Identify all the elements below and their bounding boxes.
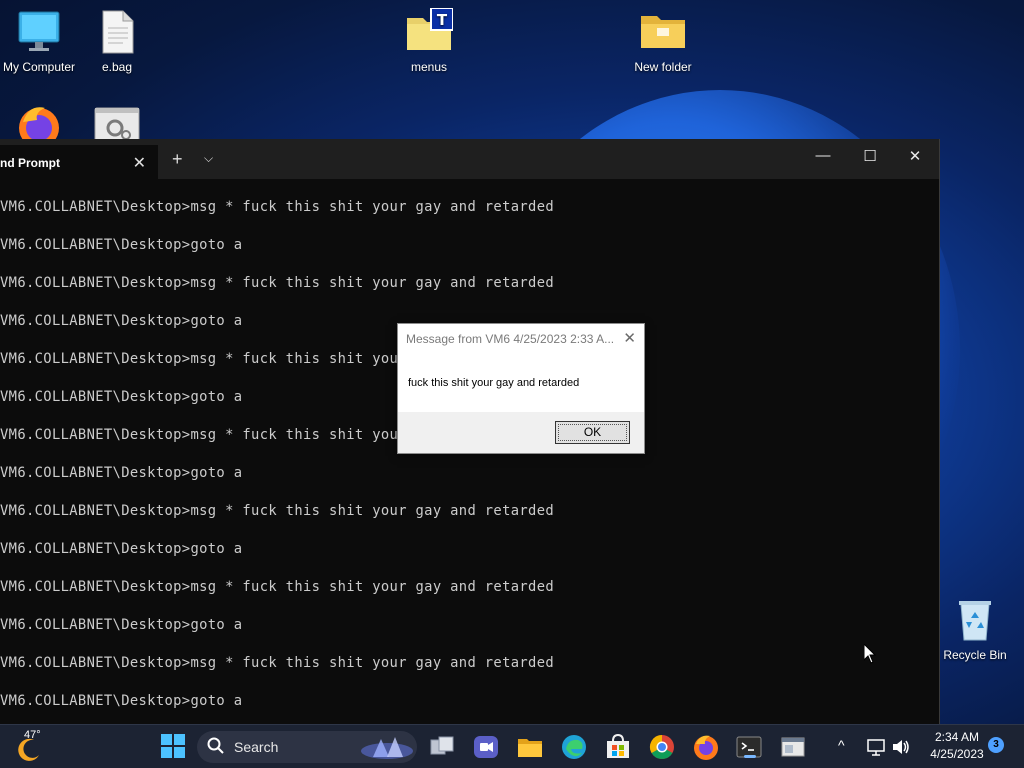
app-window-button[interactable] bbox=[779, 733, 807, 761]
clock-time: 2:34 AM bbox=[934, 730, 980, 744]
close-icon[interactable]: ✕ bbox=[133, 153, 146, 173]
dialog-message: fuck this shit your gay and retarded bbox=[398, 354, 644, 412]
mouse-cursor-icon bbox=[863, 642, 877, 664]
volume-icon[interactable] bbox=[891, 737, 911, 757]
dialog-titlebar[interactable]: Message from VM6 4/25/2023 2:33 A... ✕ bbox=[398, 324, 644, 354]
firefox-icon bbox=[694, 735, 718, 760]
terminal-line: VM6.COLLABNET\Desktop>msg * fuck this sh… bbox=[0, 655, 555, 671]
close-window-button[interactable]: ✕ bbox=[900, 147, 930, 165]
terminal-output[interactable]: VM6.COLLABNET\Desktop>msg * fuck this sh… bbox=[0, 199, 939, 724]
close-icon[interactable]: ✕ bbox=[623, 329, 636, 347]
weather-temp: 47° bbox=[24, 729, 41, 741]
clock-date: 4/25/2023 bbox=[930, 747, 984, 761]
message-dialog[interactable]: Message from VM6 4/25/2023 2:33 A... ✕ f… bbox=[397, 323, 645, 454]
folder-icon bbox=[518, 739, 542, 757]
recycle-bin-icon bbox=[951, 596, 999, 644]
maximize-button[interactable]: ☐ bbox=[855, 147, 885, 165]
weather-widget[interactable]: 47° bbox=[8, 729, 48, 765]
active-indicator bbox=[744, 755, 756, 758]
terminal-line: VM6.COLLABNET\Desktop>msg * fuck this sh… bbox=[0, 579, 555, 595]
dialog-title: Message from VM6 4/25/2023 2:33 A... bbox=[406, 332, 615, 346]
window-app-icon bbox=[781, 737, 805, 757]
terminal-line: VM6.COLLABNET\Desktop>msg * fuck this sh… bbox=[0, 199, 555, 215]
svg-text:T: T bbox=[437, 11, 448, 29]
task-view-icon bbox=[430, 736, 454, 755]
desktop-icon-menus[interactable]: T menus bbox=[390, 7, 468, 74]
chevron-down-icon[interactable]: ⌵ bbox=[204, 151, 213, 166]
firefox-button[interactable] bbox=[692, 733, 720, 761]
terminal-button[interactable] bbox=[735, 733, 763, 761]
terminal-line: VM6.COLLABNET\Desktop>goto a bbox=[0, 237, 243, 253]
terminal-line: VM6.COLLABNET\Desktop>goto a bbox=[0, 617, 243, 633]
chrome-icon bbox=[649, 735, 674, 760]
start-button[interactable] bbox=[160, 733, 188, 761]
taskbar: 47° Search ^ 2:34 AM 4/25/2023 3 bbox=[0, 724, 1024, 768]
terminal-line: VM6.COLLABNET\Desktop>msg * fuck this sh… bbox=[0, 275, 555, 291]
folder-icon bbox=[639, 8, 687, 56]
teams-chat-button[interactable] bbox=[472, 733, 500, 761]
chat-icon bbox=[474, 736, 498, 758]
network-icon[interactable] bbox=[866, 737, 886, 757]
ok-button[interactable]: OK bbox=[555, 421, 630, 444]
desktop-icon-label: New folder bbox=[634, 60, 692, 74]
search-icon bbox=[207, 737, 224, 754]
system-clock[interactable]: 2:34 AM 4/25/2023 bbox=[920, 729, 994, 763]
new-tab-button[interactable]: + bbox=[172, 149, 183, 170]
desktop-icon-label: menus bbox=[410, 60, 448, 74]
file-explorer-button[interactable] bbox=[516, 733, 544, 761]
minimize-button[interactable]: — bbox=[808, 147, 838, 164]
store-icon bbox=[607, 733, 629, 758]
desktop-icon-label: My Computer bbox=[2, 60, 76, 74]
desktop-icon-recycle-bin[interactable]: Recycle Bin bbox=[936, 596, 1014, 662]
search-highlight-icon bbox=[361, 737, 413, 759]
terminal-line: VM6.COLLABNET\Desktop>goto a bbox=[0, 541, 243, 557]
desktop: My Computer e.bag T menus New folder Rec… bbox=[0, 0, 1024, 724]
tray-chevron-icon[interactable]: ^ bbox=[838, 737, 845, 753]
desktop-icon-my-computer[interactable]: My Computer bbox=[0, 8, 78, 74]
desktop-icon-e-bag[interactable]: e.bag bbox=[78, 8, 156, 74]
edge-icon bbox=[562, 735, 586, 759]
desktop-icon-label: e.bag bbox=[101, 60, 133, 74]
windows-logo-icon bbox=[161, 734, 185, 758]
tab-command-prompt[interactable]: nd Prompt ✕ bbox=[0, 145, 158, 179]
chrome-button[interactable] bbox=[648, 733, 676, 761]
terminal-titlebar[interactable]: nd Prompt ✕ + ⌵ — ☐ ✕ bbox=[0, 139, 939, 179]
task-view-button[interactable] bbox=[428, 733, 456, 761]
terminal-line: VM6.COLLABNET\Desktop>goto a bbox=[0, 693, 243, 709]
terminal-line: VM6.COLLABNET\Desktop>msg * fuck this sh… bbox=[0, 503, 555, 519]
desktop-icon-label: Recycle Bin bbox=[943, 648, 1007, 662]
search-label: Search bbox=[234, 739, 279, 755]
folder-icon: T bbox=[405, 7, 454, 56]
desktop-icon-new-folder[interactable]: New folder bbox=[624, 8, 702, 74]
store-button[interactable] bbox=[604, 733, 632, 761]
terminal-line: VM6.COLLABNET\Desktop>goto a bbox=[0, 465, 243, 481]
taskbar-search[interactable]: Search bbox=[197, 731, 417, 763]
monitor-icon bbox=[15, 8, 63, 56]
document-icon bbox=[93, 8, 141, 56]
notification-badge[interactable]: 3 bbox=[988, 737, 1004, 753]
edge-button[interactable] bbox=[560, 733, 588, 761]
tab-label: nd Prompt bbox=[0, 156, 60, 170]
